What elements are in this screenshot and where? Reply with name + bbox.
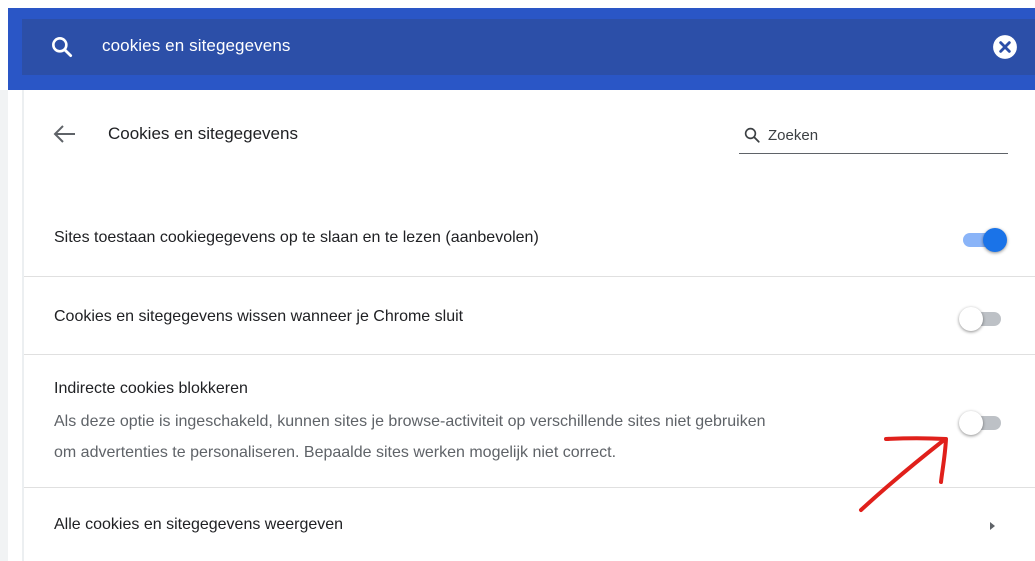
setting-label: Cookies en sitegegevens wissen wanneer j… bbox=[54, 308, 464, 325]
clear-on-exit-toggle[interactable] bbox=[959, 307, 1005, 331]
search-query-text[interactable]: cookies en sitegegevens bbox=[102, 36, 290, 56]
setting-label: Alle cookies en sitegegevens weergeven bbox=[54, 516, 344, 533]
chevron-right-icon[interactable] bbox=[987, 519, 997, 533]
settings-window: cookies en sitegegevens Cookies en siteg… bbox=[0, 0, 1035, 561]
setting-description-line: om advertenties te personaliseren. Bepaa… bbox=[54, 444, 617, 461]
setting-description-line: Als deze optie is ingeschakeld, kunnen s… bbox=[54, 413, 766, 430]
page-title: Cookies en sitegegevens bbox=[108, 124, 298, 143]
setting-row-clear-on-exit[interactable]: Cookies en sitegegevens wissen wanneer j… bbox=[24, 277, 1035, 355]
setting-label: Indirecte cookies blokkeren bbox=[54, 380, 248, 397]
allow-cookies-toggle[interactable] bbox=[961, 228, 1007, 252]
settings-search-bar: cookies en sitegegevens bbox=[8, 8, 1035, 90]
arrow-left-icon[interactable] bbox=[52, 123, 78, 145]
block-third-party-toggle[interactable] bbox=[959, 411, 1005, 435]
page-search-input[interactable] bbox=[768, 123, 998, 147]
toggle-knob bbox=[959, 411, 983, 435]
annotation-arrow-icon bbox=[859, 436, 948, 512]
toggle-knob bbox=[983, 228, 1007, 252]
page-search-box[interactable] bbox=[739, 122, 1008, 154]
page-header: Cookies en sitegegevens bbox=[24, 90, 1035, 180]
search-field-container[interactable]: cookies en sitegegevens bbox=[22, 19, 1035, 75]
toggle-knob bbox=[959, 307, 983, 331]
left-gutter bbox=[0, 90, 24, 561]
search-icon bbox=[744, 127, 760, 143]
setting-row-allow-cookies[interactable]: Sites toestaan cookiegegevens op te slaa… bbox=[24, 200, 1035, 277]
search-icon bbox=[52, 37, 73, 58]
setting-label: Sites toestaan cookiegegevens op te slaa… bbox=[54, 229, 539, 246]
close-circle-icon[interactable] bbox=[992, 34, 1018, 60]
